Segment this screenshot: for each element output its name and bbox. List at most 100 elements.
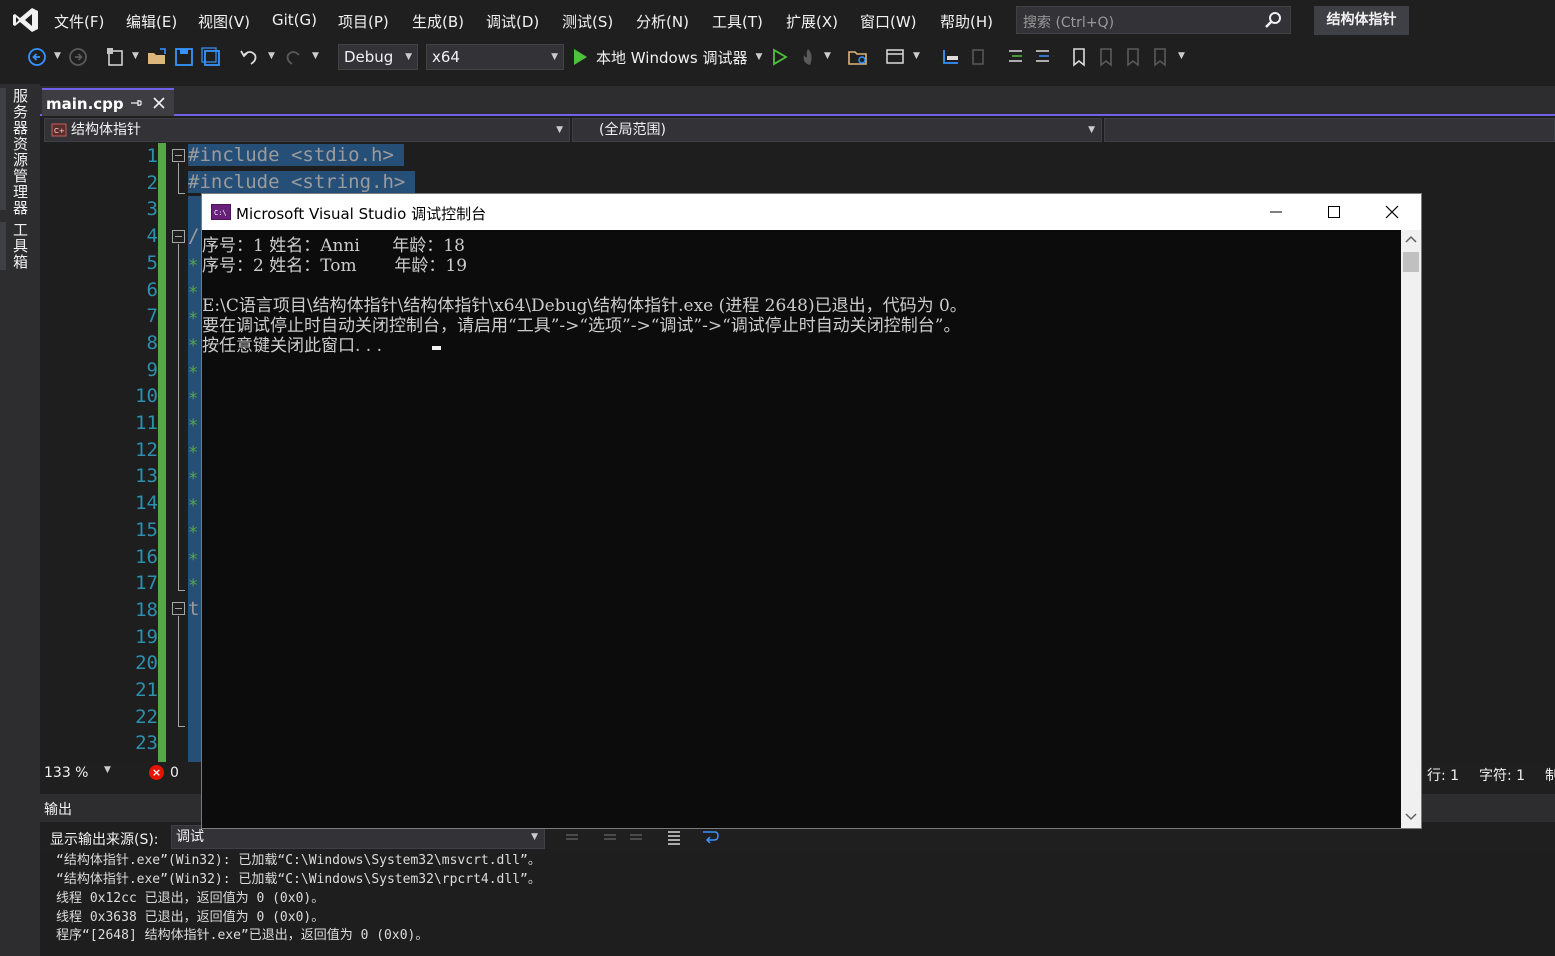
next-message-icon[interactable] xyxy=(626,827,646,847)
menu-build[interactable]: 生成(B) xyxy=(412,11,464,32)
solution-explorer-icon[interactable] xyxy=(847,46,869,68)
minimize-icon[interactable] xyxy=(1247,194,1305,230)
layout-icon[interactable] xyxy=(884,46,906,68)
undo-dropdown-icon[interactable]: ▼ xyxy=(268,48,276,64)
scroll-thumb[interactable] xyxy=(1403,252,1419,272)
member-select[interactable] xyxy=(1104,118,1555,142)
project-select[interactable]: C+ 结构体指针 ▼ xyxy=(44,118,570,142)
pin-icon[interactable] xyxy=(130,97,142,109)
navigate-forward-icon[interactable] xyxy=(67,46,89,68)
config-value: Debug xyxy=(344,48,394,66)
toolbox-tab[interactable]: 工具箱 xyxy=(10,222,31,270)
step-disabled-icon[interactable] xyxy=(968,46,990,68)
comment-lines-icon[interactable] xyxy=(1004,46,1026,68)
debug-console-window[interactable]: C:\ Microsoft Visual Studio 调试控制台 序号：1 姓… xyxy=(201,193,1422,829)
comment-star: * xyxy=(188,442,199,463)
save-all-icon[interactable] xyxy=(200,46,222,68)
redo-dropdown-icon[interactable]: ▼ xyxy=(312,48,320,64)
fold-toggle-icon[interactable] xyxy=(172,602,185,615)
platform-select[interactable]: x64 ▼ xyxy=(426,44,564,70)
code-line-4-partial[interactable]: / xyxy=(188,225,202,247)
output-line: “结构体指针.exe”(Win32): 已加载“C:\Windows\Syste… xyxy=(56,872,541,887)
prev-message-icon[interactable] xyxy=(600,827,620,847)
menu-project[interactable]: 项目(P) xyxy=(338,11,389,32)
hot-reload-dropdown-icon[interactable]: ▼ xyxy=(824,48,832,64)
fold-toggle-icon[interactable] xyxy=(172,230,185,243)
change-tracking-bar xyxy=(158,143,166,762)
menu-bar: 文件(F) 编辑(E) 视图(V) Git(G) 项目(P) 生成(B) 调试(… xyxy=(0,0,1555,40)
open-folder-icon[interactable] xyxy=(146,46,168,68)
zoom-level[interactable]: 133 % xyxy=(44,765,88,781)
comment-star: * xyxy=(188,309,199,330)
code-line-18-partial[interactable]: t xyxy=(188,598,202,620)
undo-icon[interactable] xyxy=(238,46,260,68)
fold-toggle-icon[interactable] xyxy=(172,149,185,162)
clear-all-icon[interactable] xyxy=(664,827,684,847)
tab-indicator[interactable]: 制 xyxy=(1545,765,1555,785)
solution-name-badge[interactable]: 结构体指针 xyxy=(1314,6,1409,35)
uncomment-lines-icon[interactable] xyxy=(1031,46,1053,68)
config-select[interactable]: Debug ▼ xyxy=(338,44,418,70)
chevron-down-icon[interactable]: ▼ xyxy=(104,765,111,775)
visual-studio-logo-icon[interactable] xyxy=(12,6,40,34)
word-wrap-icon[interactable] xyxy=(700,827,720,847)
new-dropdown-icon[interactable]: ▼ xyxy=(132,48,140,64)
bookmark-next-icon[interactable] xyxy=(1122,46,1144,68)
menu-window[interactable]: 窗口(W) xyxy=(860,11,917,32)
menu-tools[interactable]: 工具(T) xyxy=(712,11,763,32)
menu-analyze[interactable]: 分析(N) xyxy=(636,11,689,32)
scroll-up-icon[interactable] xyxy=(1403,232,1419,248)
layout-dropdown-icon[interactable]: ▼ xyxy=(913,48,921,64)
menu-view[interactable]: 视图(V) xyxy=(198,11,250,32)
code-line-2[interactable]: #include <string.h> xyxy=(188,171,416,193)
line-number: 11 xyxy=(135,412,158,434)
line-number: 13 xyxy=(135,465,158,488)
maximize-icon[interactable] xyxy=(1305,194,1363,230)
tab-title: main.cpp xyxy=(46,95,124,113)
line-indicator[interactable]: 行: 1 xyxy=(1427,765,1459,785)
output-line: 线程 0x3638 已退出，返回值为 0 (0x0)。 xyxy=(56,910,325,925)
bookmark-icon[interactable] xyxy=(1068,46,1090,68)
menu-git[interactable]: Git(G) xyxy=(272,11,317,29)
error-icon[interactable]: × xyxy=(149,765,164,780)
find-message-icon[interactable] xyxy=(562,827,582,847)
output-line: 线程 0x12cc 已退出，返回值为 0 (0x0)。 xyxy=(56,891,325,906)
project-name: 结构体指针 xyxy=(71,122,141,138)
menu-extensions[interactable]: 扩展(X) xyxy=(786,11,838,32)
start-debugging-button[interactable]: 本地 Windows 调试器 ▼ xyxy=(572,44,762,70)
bookmark-prev-icon[interactable] xyxy=(1095,46,1117,68)
output-text-area[interactable]: “结构体指针.exe”(Win32): 已加载“C:\Windows\Syste… xyxy=(40,852,1555,956)
code-line-1[interactable]: #include <stdio.h> xyxy=(188,144,404,166)
close-icon[interactable] xyxy=(1363,194,1421,230)
error-count[interactable]: 0 xyxy=(170,765,179,781)
back-dropdown-icon[interactable]: ▼ xyxy=(54,48,62,64)
console-title-bar[interactable]: C:\ Microsoft Visual Studio 调试控制台 xyxy=(202,194,1421,230)
save-icon[interactable] xyxy=(173,46,195,68)
menu-file[interactable]: 文件(F) xyxy=(54,11,104,32)
bookmark-clear-icon[interactable] xyxy=(1149,46,1171,68)
tab-main-cpp[interactable]: main.cpp xyxy=(42,88,174,116)
navigate-back-icon[interactable] xyxy=(26,46,48,68)
console-output[interactable]: 序号：1 姓名：Anni 年龄：18 序号：2 姓名：Tom 年龄：19 E:\… xyxy=(202,230,1401,828)
menu-edit[interactable]: 编辑(E) xyxy=(126,11,177,32)
menu-test[interactable]: 测试(S) xyxy=(562,11,613,32)
console-scrollbar[interactable] xyxy=(1401,230,1421,828)
svg-text:C:\: C:\ xyxy=(214,209,227,217)
scope-select[interactable]: (全局范围) ▼ xyxy=(572,118,1102,142)
start-without-debugging-icon[interactable] xyxy=(768,46,790,68)
menu-help[interactable]: 帮助(H) xyxy=(940,11,993,32)
fold-guide-end xyxy=(178,590,185,591)
close-icon[interactable] xyxy=(152,96,166,110)
run-dropdown-icon[interactable]: ▼ xyxy=(756,52,763,62)
hot-reload-icon[interactable] xyxy=(797,46,819,68)
new-project-icon[interactable] xyxy=(105,46,127,68)
char-indicator[interactable]: 字符: 1 xyxy=(1479,765,1525,785)
step-icon[interactable] xyxy=(940,46,962,68)
scroll-down-icon[interactable] xyxy=(1403,808,1419,824)
search-input[interactable]: 搜索 (Ctrl+Q) xyxy=(1016,6,1291,34)
server-explorer-tab[interactable]: 服务器资源管理器 xyxy=(10,88,31,216)
toolbar-overflow-icon[interactable]: ▼ xyxy=(1178,48,1186,64)
menu-debug[interactable]: 调试(D) xyxy=(486,11,539,32)
redo-icon[interactable] xyxy=(283,46,305,68)
comment-star: * xyxy=(188,389,199,410)
